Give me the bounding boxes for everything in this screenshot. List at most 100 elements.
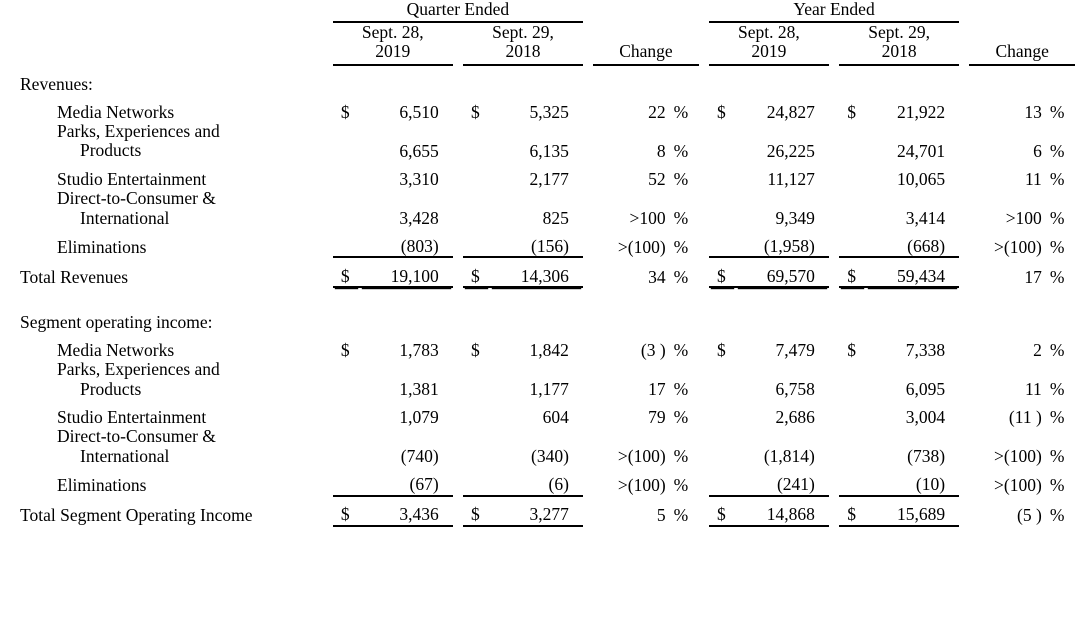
- value-quarter-change: 34: [648, 266, 666, 287]
- value-quarter-2019: (740): [400, 446, 439, 467]
- currency-symbol: [333, 399, 360, 427]
- header-label-blank: [0, 22, 333, 65]
- total-row-revenues: Total Revenues $ 19,100 $ 14,306 34 % $ …: [0, 256, 1075, 289]
- group-header-quarter-ended: Quarter Ended: [332, 0, 583, 23]
- percent-symbol: %: [673, 101, 689, 122]
- percent-symbol: %: [1049, 475, 1065, 496]
- value-quarter-2019: 3,436: [359, 494, 453, 527]
- financial-statement-sheet: Quarter Ended Year Ended Sept. 28, 2019 …: [0, 0, 1075, 639]
- currency-symbol: [839, 161, 866, 189]
- currency-symbol: [839, 427, 866, 466]
- percent-symbol: %: [673, 236, 689, 257]
- value-quarter-change: 52: [648, 168, 666, 189]
- value-year-2019: 7,479: [775, 339, 815, 360]
- percent-symbol: %: [1049, 140, 1065, 161]
- value-quarter-2018: 1,842: [529, 339, 569, 360]
- table-row: Direct-to-Consumer & International (740)…: [0, 427, 1075, 466]
- value-quarter-2019: 6,655: [399, 140, 439, 161]
- value-quarter-2018: 3,277: [489, 494, 583, 527]
- header-sep-q3: [699, 22, 709, 65]
- section-heading-row-segment-operating-income: Segment operating income:: [0, 304, 1075, 332]
- row-label-line1: Parks, Experiences and: [57, 120, 220, 141]
- row-label-parks-experiences-products: Parks, Experiences and Products: [0, 359, 333, 399]
- currency-symbol: $: [847, 339, 856, 360]
- percent-symbol: %: [673, 407, 689, 428]
- header-sep-y1: [829, 22, 839, 65]
- value-year-change: >100: [1005, 207, 1042, 228]
- row-label-studio-entertainment: Studio Entertainment: [57, 407, 207, 428]
- currency-symbol: [333, 122, 360, 161]
- value-year-2019: 26,225: [766, 140, 815, 161]
- value-year-2019: 24,827: [766, 101, 815, 122]
- value-quarter-change: >(100): [617, 475, 666, 496]
- row-label-eliminations: Eliminations: [57, 475, 147, 496]
- currency-symbol: $: [847, 101, 856, 122]
- header-group-row: Quarter Ended Year Ended: [0, 0, 1075, 23]
- row-label-media-networks: Media Networks: [57, 339, 175, 360]
- table-row: Media Networks $ 6,510 $ 5,325 22 % $ 24…: [0, 94, 1075, 122]
- value-quarter-2018: 2,177: [529, 168, 569, 189]
- percent-symbol: %: [1049, 207, 1065, 228]
- header-year-date-2-line2: 2018: [881, 41, 917, 62]
- row-label-total-segment-operating-income: Total Segment Operating Income: [20, 505, 253, 526]
- header-blank-quarter-change: [593, 0, 667, 22]
- percent-symbol: %: [673, 446, 689, 467]
- value-year-2019: 69,570: [735, 256, 829, 289]
- value-year-change: >(100): [994, 236, 1042, 257]
- percent-symbol: %: [1049, 407, 1065, 428]
- currency-symbol: $: [332, 256, 360, 289]
- value-year-2019: 9,349: [775, 207, 815, 228]
- header-blank-year-change: [969, 0, 1043, 22]
- currency-symbol: [709, 360, 736, 399]
- currency-symbol: [709, 399, 736, 427]
- currency-symbol: [333, 161, 360, 189]
- value-year-change: >(100): [994, 446, 1042, 467]
- value-quarter-change: (3 ): [640, 339, 666, 360]
- table-row: Studio Entertainment 1,079 604 79 % 2,68…: [0, 399, 1075, 427]
- currency-symbol: [463, 399, 490, 427]
- value-year-change: 17: [1024, 266, 1042, 287]
- value-quarter-2018: 6,135: [529, 140, 569, 161]
- value-quarter-2019: 1,381: [399, 379, 439, 400]
- value-quarter-2019: (803): [400, 235, 439, 256]
- value-year-change: (11 ): [1008, 407, 1042, 428]
- value-year-2018: (10): [915, 474, 946, 495]
- header-sep-y2: [959, 22, 969, 65]
- value-quarter-change: 17: [648, 379, 666, 400]
- currency-symbol: $: [340, 101, 350, 122]
- value-quarter-2019: 1,079: [399, 407, 439, 428]
- section-heading-row-revenues: Revenues:: [0, 65, 1075, 94]
- currency-symbol: [839, 360, 866, 399]
- percent-symbol: %: [1049, 168, 1065, 189]
- header-gap-3: [959, 0, 969, 22]
- currency-symbol: [333, 228, 360, 257]
- currency-symbol: $: [708, 256, 736, 289]
- percent-symbol: %: [673, 266, 689, 287]
- row-label-line2: International: [80, 445, 170, 466]
- value-quarter-change: >(100): [617, 446, 666, 467]
- currency-symbol: [333, 467, 360, 496]
- currency-symbol: [463, 122, 490, 161]
- value-year-change: 6: [1033, 140, 1042, 161]
- percent-symbol: %: [673, 475, 689, 496]
- table-row: Direct-to-Consumer & International 3,428…: [0, 187, 1075, 228]
- row-label-line1: Direct-to-Consumer &: [57, 187, 216, 208]
- percent-symbol: %: [1049, 446, 1065, 467]
- row-label-direct-to-consumer-international: Direct-to-Consumer & International: [0, 427, 333, 466]
- percent-symbol: %: [673, 207, 689, 228]
- section-heading-filler-revenues: [333, 65, 1075, 94]
- currency-symbol: $: [839, 256, 867, 289]
- currency-symbol: [709, 427, 736, 466]
- currency-symbol: [709, 161, 736, 189]
- table-row: Parks, Experiences and Products 6,655 6,…: [0, 120, 1075, 161]
- row-label-line1: Direct-to-Consumer &: [57, 426, 216, 447]
- value-quarter-change: 22: [648, 101, 666, 122]
- value-year-2018: 7,338: [905, 339, 946, 360]
- currency-symbol: [709, 467, 736, 496]
- value-year-2019: (1,814): [763, 446, 815, 467]
- currency-symbol: $: [332, 494, 360, 527]
- value-year-2019: 14,868: [735, 494, 829, 527]
- value-quarter-2018: (340): [531, 446, 569, 467]
- row-label-media-networks: Media Networks: [57, 101, 175, 122]
- value-year-2019: (1,958): [763, 235, 815, 256]
